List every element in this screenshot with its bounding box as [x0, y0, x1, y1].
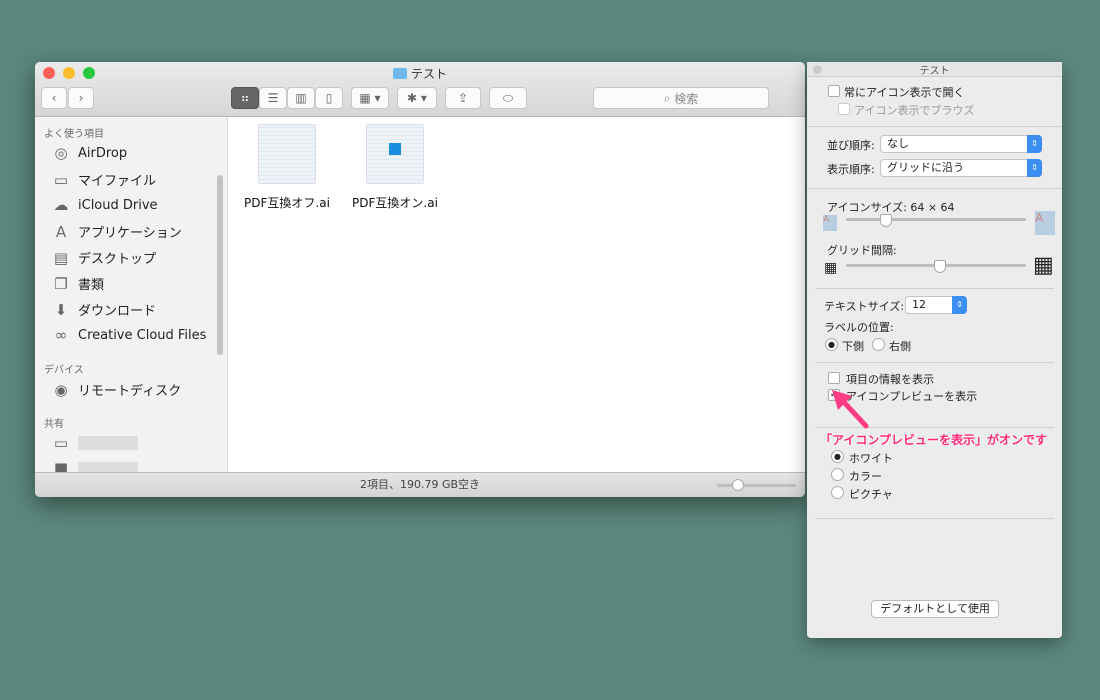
- icon-size-slider-knob[interactable]: [732, 479, 744, 491]
- sidebar-scrollbar[interactable]: [217, 175, 223, 355]
- chevron-updown-icon: ⇕: [952, 296, 967, 314]
- laptop-icon: ▭: [53, 434, 69, 452]
- search-icon: ⌕: [663, 90, 675, 105]
- label-bottom-label: 下側: [842, 340, 864, 353]
- label-right-radio[interactable]: [872, 338, 885, 351]
- chevron-updown-icon: ⇕: [1027, 159, 1042, 177]
- bg-white-label: ホワイト: [849, 452, 893, 465]
- bg-picture-label: ピクチャ: [849, 488, 893, 501]
- sidebar-item-creative-cloud[interactable]: ∞ Creative Cloud Files: [52, 326, 207, 344]
- coverflow-view-button[interactable]: ▯: [315, 87, 343, 109]
- sort-by-label: 並び順序:: [827, 139, 875, 152]
- back-button[interactable]: ‹: [41, 87, 67, 109]
- browse-icon-view-checkbox[interactable]: [838, 103, 850, 115]
- list-view-button[interactable]: ☰: [259, 87, 287, 109]
- divider: [815, 288, 1054, 289]
- icon-view-button[interactable]: ⠶: [231, 87, 259, 109]
- close-button[interactable]: [813, 65, 822, 74]
- sidebar-item-icloud-drive[interactable]: ☁ iCloud Drive: [52, 196, 158, 214]
- sidebar-item-airdrop[interactable]: ◎ AirDrop: [52, 144, 127, 162]
- tags-button[interactable]: ⬭: [489, 87, 527, 109]
- icon-size-track[interactable]: [846, 218, 1026, 221]
- finder-window: テスト ‹ › ⠶ ☰ ▥ ▯ ▦ ▾ ✱ ▾ ⇪ ⬭ ⌕ 検索 よく使う項目 …: [35, 62, 805, 497]
- status-bar: 2項目、190.79 GB空き: [35, 472, 805, 497]
- sidebar-header-devices: デバイス: [44, 365, 84, 376]
- small-icon-icon: A: [823, 215, 837, 231]
- label-bottom-radio[interactable]: ●: [825, 338, 838, 351]
- label-position-label: ラベルの位置:: [824, 321, 894, 334]
- sidebar-item-my-files[interactable]: ▭ マイファイル: [52, 170, 156, 190]
- disc-icon: ◉: [54, 380, 68, 399]
- arrange-label: 表示順序:: [827, 163, 875, 176]
- folder-icon: [392, 68, 407, 79]
- sidebar-item-desktop[interactable]: ▤ デスクトップ: [52, 248, 156, 268]
- sidebar-item-remote-disc[interactable]: ◉ リモートディスク: [52, 380, 181, 400]
- window-title: テスト: [35, 65, 805, 82]
- ai-file-icon: [258, 124, 316, 184]
- bg-color-radio[interactable]: [831, 468, 844, 481]
- forward-button[interactable]: ›: [68, 87, 94, 109]
- documents-icon: ❐: [54, 274, 68, 293]
- desktop-icon: ▤: [53, 248, 69, 267]
- blurred-name: [78, 436, 138, 450]
- sidebar-header-shared: 共有: [44, 419, 64, 430]
- icon-size-label: アイコンサイズ: 64 × 64: [827, 201, 955, 214]
- browse-icon-view-label: アイコン表示でブラウズ: [854, 104, 975, 117]
- chevron-updown-icon: ⇕: [1027, 135, 1042, 153]
- divider: [807, 188, 1062, 189]
- always-open-icon-view-label: 常にアイコン表示で開く: [844, 86, 965, 99]
- arrange-select[interactable]: グリッドに沿う ⇕: [880, 159, 1042, 177]
- column-view-button[interactable]: ▥: [287, 87, 315, 109]
- search-field[interactable]: ⌕ 検索: [593, 87, 769, 109]
- small-grid-icon: ▦: [824, 260, 838, 276]
- view-options-panel: テスト 常にアイコン表示で開く アイコン表示でブラウズ 並び順序: なし ⇕ 表示…: [807, 62, 1062, 638]
- sort-by-select[interactable]: なし ⇕: [880, 135, 1042, 153]
- divider: [815, 518, 1054, 519]
- sidebar-item-downloads[interactable]: ⬇ ダウンロード: [52, 300, 156, 320]
- icon-size-slider[interactable]: [717, 484, 796, 487]
- use-as-defaults-button[interactable]: デフォルトとして使用: [871, 600, 999, 618]
- sidebar-item-documents[interactable]: ❐ 書類: [52, 274, 104, 294]
- airdrop-icon: ◎: [54, 144, 68, 162]
- large-icon-icon: A: [1035, 211, 1055, 235]
- text-size-label: テキストサイズ:: [824, 300, 905, 313]
- sidebar-header-favorites: よく使う項目: [44, 129, 104, 140]
- action-gear-button[interactable]: ✱ ▾: [397, 87, 437, 109]
- ai-file-preview-icon: [366, 124, 424, 184]
- sidebar: よく使う項目 ◎ AirDrop ▭ マイファイル ☁ iCloud Drive Aア…: [35, 117, 228, 477]
- cloud-icon: ☁: [53, 196, 69, 214]
- divider: [807, 126, 1062, 127]
- bg-color-label: カラー: [849, 470, 882, 483]
- label-right-label: 右側: [889, 340, 911, 353]
- file-item[interactable]: PDF互換オン.ai: [345, 124, 445, 211]
- tray-icon: ▭: [53, 170, 69, 189]
- toolbar: テスト ‹ › ⠶ ☰ ▥ ▯ ▦ ▾ ✱ ▾ ⇪ ⬭ ⌕ 検索: [35, 62, 805, 117]
- bg-white-radio[interactable]: ●: [831, 450, 844, 463]
- download-icon: ⬇: [54, 300, 68, 319]
- icon-size-knob[interactable]: [879, 214, 892, 227]
- annotation-text: 「アイコンプレビューを表示」がオンです: [820, 433, 1048, 447]
- share-button[interactable]: ⇪: [445, 87, 481, 109]
- panel-title: テスト: [807, 62, 1062, 77]
- sidebar-item-applications[interactable]: A アプリケーション: [52, 222, 182, 242]
- sidebar-item-shared-computer[interactable]: ▭: [52, 434, 138, 452]
- file-item[interactable]: PDF互換オフ.ai: [237, 124, 337, 211]
- bg-picture-radio[interactable]: [831, 486, 844, 499]
- grid-spacing-knob[interactable]: [933, 260, 946, 273]
- creative-cloud-icon: ∞: [54, 326, 68, 344]
- grid-spacing-label: グリッド間隔:: [827, 244, 897, 257]
- divider: [815, 362, 1054, 363]
- text-size-select[interactable]: 12 ⇕: [905, 296, 967, 314]
- arrange-button[interactable]: ▦ ▾: [351, 87, 389, 109]
- always-open-icon-view-checkbox[interactable]: [828, 85, 840, 97]
- applications-icon: A: [55, 222, 67, 241]
- large-grid-icon: ▦: [1033, 253, 1054, 278]
